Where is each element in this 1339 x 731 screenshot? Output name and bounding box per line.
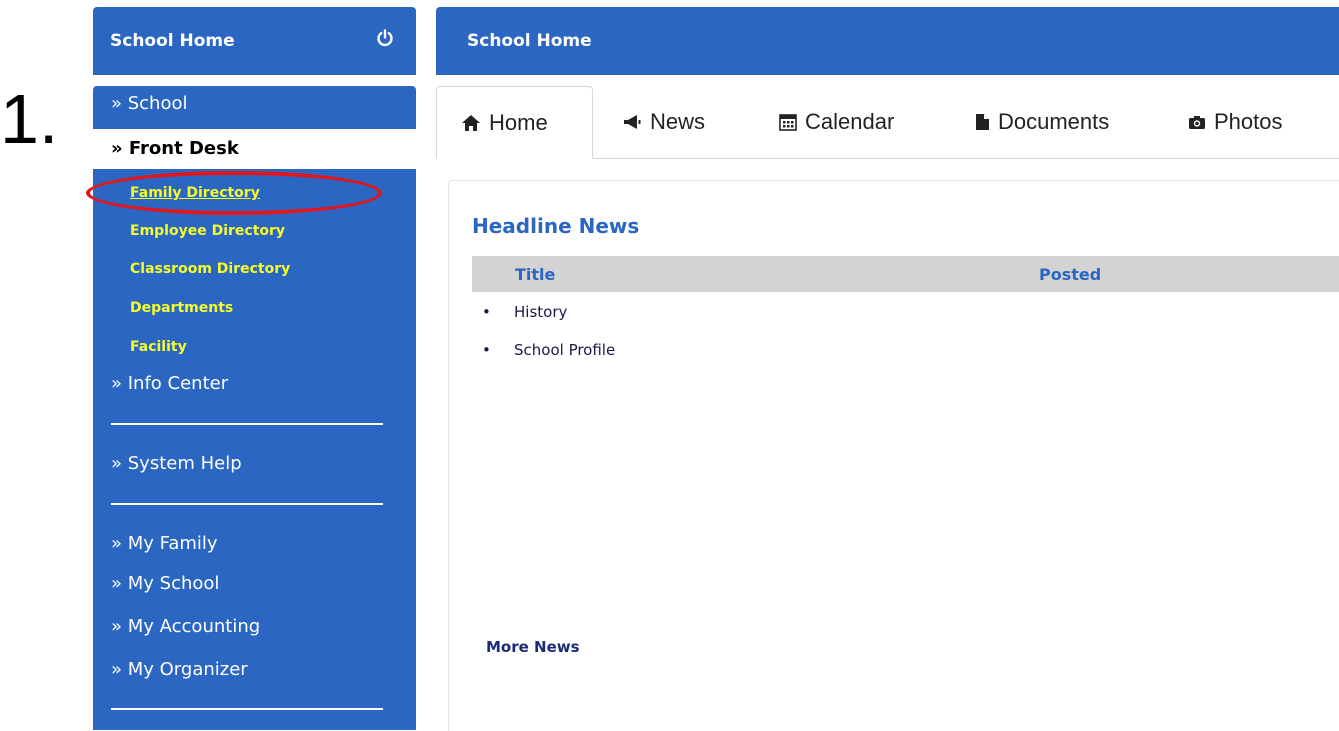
column-header-posted[interactable]: Posted [1039, 265, 1101, 284]
news-item-title[interactable]: History [514, 303, 567, 321]
tab-documents[interactable]: Documents [975, 86, 1109, 158]
sidebar-item-my-accounting[interactable]: » My Accounting [111, 616, 260, 637]
bullet: • [482, 303, 491, 321]
camera-icon [1189, 115, 1205, 129]
news-item-title[interactable]: School Profile [514, 341, 615, 359]
tab-home[interactable]: Home [436, 86, 593, 159]
sidebar-subitem-employee-directory[interactable]: Employee Directory [130, 223, 285, 239]
sidebar-subitem-departments[interactable]: Departments [130, 300, 233, 316]
tab-home-label: Home [489, 109, 548, 135]
tab-photos[interactable]: Photos [1188, 86, 1283, 158]
tab-bar: Home News Calendar Documents Photos [436, 86, 1339, 159]
sidebar-divider [111, 503, 383, 505]
tab-photos-label: Photos [1214, 109, 1283, 134]
sidebar-divider [111, 423, 383, 425]
column-header-title[interactable]: Title [515, 265, 555, 284]
megaphone-icon [624, 115, 641, 129]
power-icon[interactable] [376, 29, 394, 47]
sidebar-item-front-desk[interactable]: » Front Desk [93, 129, 416, 169]
highlight-circle-annotation [86, 171, 382, 215]
news-item-school-profile[interactable]: • School Profile [482, 341, 615, 359]
more-news-link[interactable]: More News [486, 638, 580, 656]
sidebar-subitem-classroom-directory[interactable]: Classroom Directory [130, 261, 290, 277]
sidebar-item-my-school[interactable]: » My School [111, 573, 219, 594]
main-header-title: School Home [467, 31, 592, 51]
step-number-annotation: 1. [0, 80, 59, 158]
sidebar-item-my-organizer[interactable]: » My Organizer [111, 659, 248, 680]
bullet: • [482, 341, 491, 359]
home-icon [462, 114, 480, 131]
main-header: School Home [436, 7, 1339, 75]
sidebar-divider [111, 708, 383, 710]
sidebar-item-info-center[interactable]: » Info Center [111, 373, 228, 394]
sidebar-item-school[interactable]: » School [111, 93, 188, 114]
calendar-icon [779, 114, 797, 131]
sidebar-item-system-help[interactable]: » System Help [111, 453, 242, 474]
news-item-history[interactable]: • History [482, 303, 567, 321]
document-icon [976, 114, 989, 130]
tab-documents-label: Documents [998, 109, 1110, 134]
tab-news-label: News [650, 109, 706, 134]
tab-calendar-label: Calendar [805, 109, 895, 134]
tab-calendar[interactable]: Calendar [779, 86, 894, 158]
sidebar-item-my-family[interactable]: » My Family [111, 533, 218, 554]
tab-news[interactable]: News [622, 86, 705, 158]
sidebar-header: School Home [93, 7, 416, 75]
sidebar-subitem-facility[interactable]: Facility [130, 339, 187, 355]
sidebar-header-title: School Home [110, 31, 235, 51]
news-table-header: Title Posted [472, 256, 1339, 292]
headline-news-title: Headline News [472, 214, 640, 238]
